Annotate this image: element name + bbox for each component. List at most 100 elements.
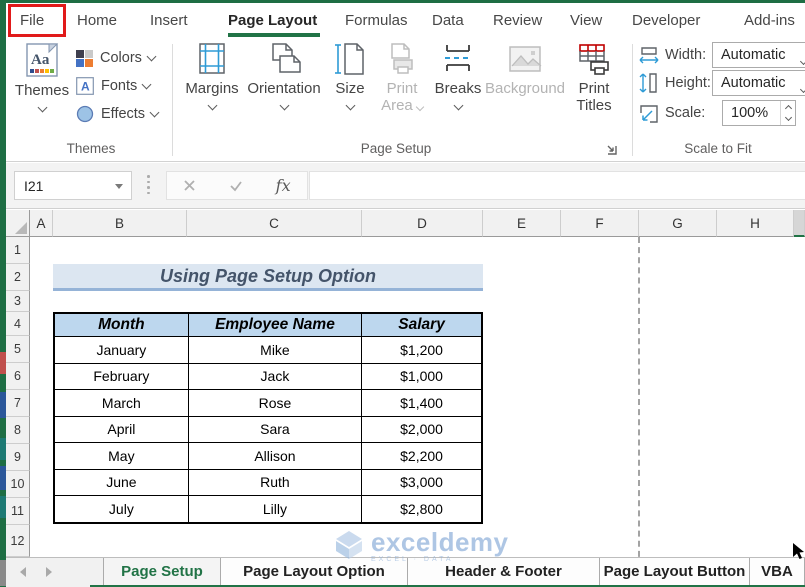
ribbon-tab-formulas[interactable]: Formulas bbox=[345, 3, 408, 38]
ribbon-tab-home[interactable]: Home bbox=[77, 3, 117, 38]
sheet-title-cell[interactable]: Using Page Setup Option bbox=[53, 264, 483, 291]
height-dropdown[interactable]: Automatic bbox=[712, 70, 805, 96]
cell-month[interactable]: June bbox=[55, 470, 188, 496]
cell-employee[interactable]: Sara bbox=[188, 417, 361, 443]
table-header-employee-name[interactable]: Employee Name bbox=[188, 314, 361, 336]
cell-month[interactable]: March bbox=[55, 390, 188, 416]
size-button[interactable]: Size bbox=[326, 42, 374, 138]
width-dropdown[interactable]: Automatic bbox=[712, 42, 805, 68]
row-header-7[interactable]: 7 bbox=[6, 390, 30, 417]
column-header-h[interactable]: H bbox=[717, 210, 794, 237]
spinner-up-icon[interactable] bbox=[784, 105, 791, 112]
table-row: July Lilly $2,800 bbox=[55, 495, 481, 522]
sheet-tab-vba[interactable]: VBA bbox=[749, 558, 805, 585]
ribbon-tab-addins[interactable]: Add-ins bbox=[744, 3, 795, 38]
column-header-a[interactable]: A bbox=[30, 210, 53, 237]
cell-salary[interactable]: $1,400 bbox=[361, 390, 481, 416]
scale-spinbox[interactable]: 100% bbox=[722, 100, 796, 126]
enter-icon[interactable] bbox=[229, 180, 243, 192]
height-row: Height: bbox=[638, 70, 711, 96]
colors-icon bbox=[76, 50, 93, 67]
formula-bar: I21 fx bbox=[6, 163, 805, 209]
print-titles-button[interactable]: PrintTitles bbox=[566, 42, 622, 138]
row-header-3[interactable]: 3 bbox=[6, 291, 30, 312]
row-header-12[interactable]: 12 bbox=[6, 525, 30, 557]
ribbon-tab-review[interactable]: Review bbox=[493, 3, 542, 38]
spinner-down-icon[interactable] bbox=[784, 114, 791, 121]
cell-month[interactable]: May bbox=[55, 443, 188, 469]
formula-bar-handle[interactable] bbox=[147, 175, 150, 194]
sheet-canvas[interactable]: Using Page Setup Option Month Employee N… bbox=[30, 237, 805, 557]
sheet-nav-right-icon[interactable] bbox=[46, 567, 52, 577]
cell-employee[interactable]: Jack bbox=[188, 364, 361, 390]
sheet-nav-left-icon[interactable] bbox=[20, 567, 26, 577]
row-header-9[interactable]: 9 bbox=[6, 444, 30, 471]
row-header-11[interactable]: 11 bbox=[6, 498, 30, 525]
cell-month[interactable]: January bbox=[55, 337, 188, 363]
cell-employee[interactable]: Lilly bbox=[188, 496, 361, 522]
margins-button[interactable]: Margins bbox=[182, 42, 242, 138]
column-header-e[interactable]: E bbox=[483, 210, 561, 237]
cell-salary[interactable]: $2,200 bbox=[361, 443, 481, 469]
ribbon-tab-developer[interactable]: Developer bbox=[632, 3, 700, 38]
cell-month[interactable]: February bbox=[55, 364, 188, 390]
cell-salary[interactable]: $3,000 bbox=[361, 470, 481, 496]
page-setup-dialog-launcher-icon[interactable] bbox=[604, 142, 619, 157]
sheet-tab-page-setup[interactable]: Page Setup bbox=[103, 558, 220, 585]
row-header-8[interactable]: 8 bbox=[6, 417, 30, 444]
column-header-g[interactable]: G bbox=[639, 210, 717, 237]
name-box[interactable]: I21 bbox=[14, 171, 132, 200]
cell-month[interactable]: April bbox=[55, 417, 188, 443]
sheet-tab-page-layout-option[interactable]: Page Layout Option bbox=[220, 558, 407, 585]
cell-salary[interactable]: $2,800 bbox=[361, 496, 481, 522]
insert-function-icon[interactable]: fx bbox=[276, 176, 291, 195]
row-header-5[interactable]: 5 bbox=[6, 336, 30, 363]
formula-input[interactable] bbox=[309, 171, 805, 200]
themes-button[interactable]: Aa Themes bbox=[14, 42, 70, 138]
cell-month[interactable]: July bbox=[55, 496, 188, 522]
fonts-button[interactable]: A Fonts bbox=[76, 74, 150, 98]
row-header-6[interactable]: 6 bbox=[6, 363, 30, 390]
column-header-f[interactable]: F bbox=[561, 210, 639, 237]
row-header-10[interactable]: 10 bbox=[6, 471, 30, 498]
ribbon-tab-view[interactable]: View bbox=[570, 3, 602, 38]
column-header-d[interactable]: D bbox=[362, 210, 483, 237]
select-all-corner[interactable] bbox=[6, 210, 30, 237]
column-header-b[interactable]: B bbox=[53, 210, 187, 237]
sheet-tab-header-footer[interactable]: Header & Footer bbox=[407, 558, 599, 585]
column-header-c[interactable]: C bbox=[187, 210, 362, 237]
row-number: 10 bbox=[11, 477, 25, 491]
table-header-salary[interactable]: Salary bbox=[361, 314, 481, 336]
cell-employee[interactable]: Rose bbox=[188, 390, 361, 416]
column-header-i-selected[interactable] bbox=[794, 210, 805, 237]
cell-salary[interactable]: $1,000 bbox=[361, 364, 481, 390]
scale-spinner[interactable] bbox=[780, 101, 795, 125]
cell-employee[interactable]: Allison bbox=[188, 443, 361, 469]
row-header-1[interactable]: 1 bbox=[6, 237, 30, 264]
cancel-icon[interactable] bbox=[183, 179, 196, 192]
height-label: Height: bbox=[665, 75, 711, 91]
background-icon bbox=[507, 42, 543, 76]
fonts-dropdown-chevron-icon bbox=[142, 80, 152, 90]
cell-employee[interactable]: Mike bbox=[188, 337, 361, 363]
table-header-month[interactable]: Month bbox=[55, 314, 188, 336]
breaks-button[interactable]: Breaks bbox=[432, 42, 484, 138]
colors-button-label: Colors bbox=[100, 50, 142, 66]
orientation-button[interactable]: Orientation bbox=[246, 42, 322, 138]
ribbon-tab-data[interactable]: Data bbox=[432, 3, 464, 38]
row-number: 4 bbox=[14, 317, 21, 331]
cell-salary[interactable]: $2,000 bbox=[361, 417, 481, 443]
edge-mark-gray bbox=[0, 560, 6, 586]
ribbon-tab-insert[interactable]: Insert bbox=[150, 3, 188, 38]
colors-button[interactable]: Colors bbox=[76, 46, 155, 70]
row-number: 8 bbox=[14, 423, 21, 437]
name-box-dropdown-icon[interactable] bbox=[115, 184, 123, 189]
cell-salary[interactable]: $1,200 bbox=[361, 337, 481, 363]
orientation-icon bbox=[266, 42, 302, 76]
column-letter: A bbox=[36, 216, 45, 231]
row-header-2[interactable]: 2 bbox=[6, 264, 30, 291]
sheet-tab-page-layout-button[interactable]: Page Layout Button bbox=[599, 558, 749, 585]
cell-employee[interactable]: Ruth bbox=[188, 470, 361, 496]
row-header-4[interactable]: 4 bbox=[6, 312, 30, 336]
effects-button[interactable]: Effects bbox=[76, 102, 158, 126]
